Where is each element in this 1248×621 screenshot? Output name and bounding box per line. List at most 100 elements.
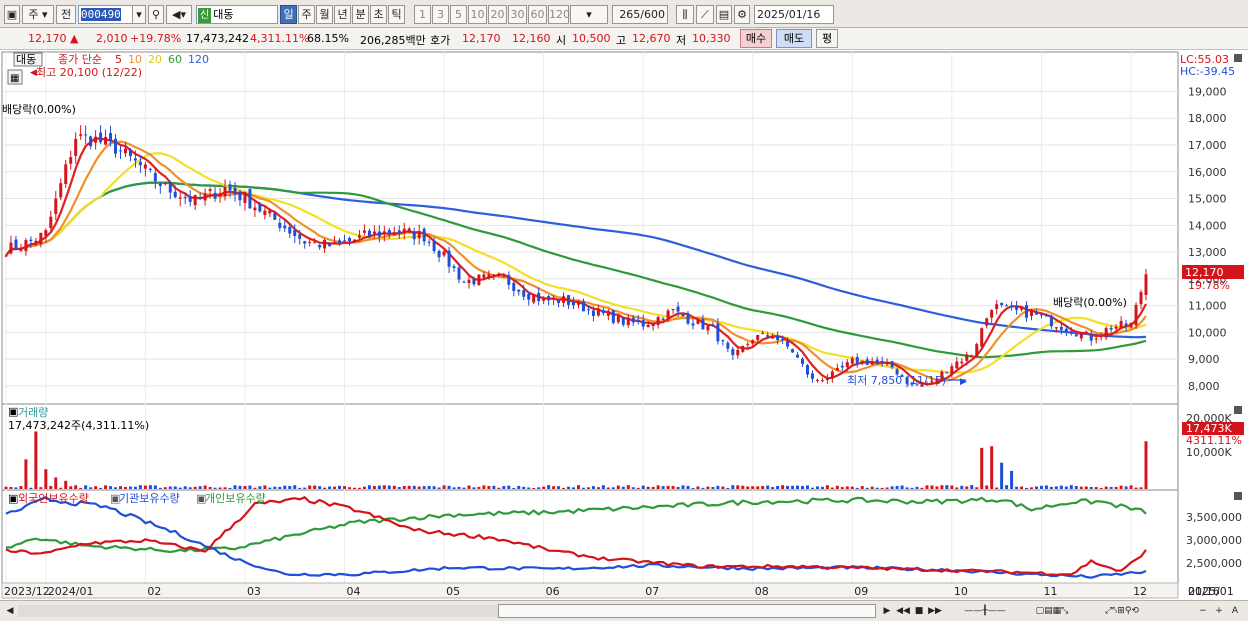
candle-body (123, 148, 127, 154)
stock-chart[interactable]: 8,0009,00010,00011,00012,00013,00014,000… (0, 50, 1248, 600)
interval-button[interactable]: 10 (468, 5, 487, 24)
window-icon[interactable]: ▣ (4, 5, 20, 24)
line-type-icon[interactable]: ⟋ (696, 5, 714, 24)
volume-bar (283, 485, 287, 489)
candle-body (810, 373, 814, 379)
drawing-tool-icons[interactable]: ⤢⤣⊞⚲⟲ (1082, 604, 1162, 618)
period-button[interactable]: 틱 (388, 5, 405, 24)
volume-bar (1010, 470, 1014, 489)
candle-body (412, 232, 416, 240)
zoom-out-icon[interactable]: − (1196, 604, 1210, 618)
candle-body (706, 325, 710, 331)
candle-body (990, 310, 994, 318)
interval-button[interactable]: 5 (450, 5, 467, 24)
volume-title: 거래량 (18, 406, 48, 419)
candle-body (532, 295, 536, 303)
code-dropdown-icon[interactable]: ▾ (132, 5, 146, 24)
up-arrow-icon: ▲ (70, 32, 79, 45)
candle-body (1039, 314, 1043, 316)
volume-bar (1034, 486, 1038, 489)
volume-bar (258, 486, 262, 489)
scroll-track[interactable] (18, 605, 498, 617)
panel-close-icon[interactable] (1234, 54, 1242, 62)
candle-body (163, 182, 167, 185)
volume-bar (148, 485, 152, 489)
volume-bar (79, 487, 83, 489)
period-button[interactable]: 일 (280, 5, 297, 24)
buy-button[interactable]: 매수 (740, 29, 772, 48)
gear-icon[interactable]: ⚙ (734, 5, 750, 24)
volume-bar (69, 486, 73, 489)
stock-name-box[interactable]: 신 대동 (196, 5, 278, 24)
volume-ratio: 4,311.11% (250, 32, 310, 45)
volume-bar (213, 487, 217, 489)
volume-bar (228, 487, 232, 489)
scroll-left-icon[interactable]: ◀ (3, 604, 17, 618)
interval-button[interactable]: 20 (488, 5, 507, 24)
volume-bar (781, 485, 785, 489)
dividend-label-1: 배당락(0.00%) (2, 103, 76, 116)
candle-body (283, 225, 287, 229)
legend-stock: 대동 (16, 53, 36, 66)
stop-icon[interactable]: ■ (912, 604, 926, 618)
holdings-close-icon[interactable] (1234, 492, 1242, 500)
interval-button[interactable]: 30 (508, 5, 527, 24)
volume-bar (955, 487, 959, 489)
period-button[interactable]: 초 (370, 5, 387, 24)
volume-bar (616, 485, 620, 489)
period-button[interactable]: 월 (316, 5, 333, 24)
play-forward-icon[interactable]: ▶ (880, 604, 894, 618)
price-tick-label: 8,000 (1188, 380, 1220, 393)
volume-bar (288, 486, 292, 489)
dividend-label-2: 배당락(0.00%) (1053, 296, 1127, 309)
save-icon[interactable]: ▤ (716, 5, 732, 24)
interval-button[interactable]: 60 (528, 5, 547, 24)
market-select[interactable]: 주 ▾ (22, 5, 54, 24)
candle-body (148, 168, 152, 170)
candle-body (572, 301, 576, 306)
candle-body (830, 371, 834, 379)
interval-button[interactable]: 1 (414, 5, 431, 24)
scroll-thumb[interactable] (498, 604, 876, 618)
zoom-slider-icon[interactable]: ——╂—— (950, 604, 1020, 618)
candle-body (636, 320, 640, 322)
period-button[interactable]: 년 (334, 5, 351, 24)
tool-icons[interactable]: ▢▤▦⤡ (1024, 604, 1080, 618)
volume-bar (542, 486, 546, 489)
rewind-icon[interactable]: ◀◀ (896, 604, 910, 618)
candle-body (59, 183, 63, 198)
interval-button[interactable]: 3 (432, 5, 449, 24)
speaker-icon[interactable]: ◀▾ (166, 5, 192, 24)
candle-body (338, 240, 342, 244)
fast-forward-icon[interactable]: ▶▶ (928, 604, 942, 618)
volume-bar (133, 486, 137, 489)
interval-select[interactable]: ▾ (570, 5, 608, 24)
high-price: 12,670 (632, 32, 671, 45)
period-button[interactable]: 주 (298, 5, 315, 24)
volume-bar (960, 485, 964, 489)
candle-body (875, 359, 879, 363)
candle-body (791, 349, 795, 353)
sell-button[interactable]: 매도 (776, 29, 812, 48)
font-size-icon[interactable]: A (1228, 604, 1242, 618)
volume-bar (432, 486, 436, 489)
prev-button[interactable]: 전 (56, 5, 76, 24)
candle-type-icon[interactable]: ⫼ (676, 5, 694, 24)
chart-toolbar: ▣ 주 ▾ 전 000490 ▾ ⚲ ◀▾ 신 대동 일 주 월 년 분 초 틱 1 3 5 10 20… (0, 0, 1248, 38)
volume-close-icon[interactable] (1234, 406, 1242, 414)
holdings-panel-marker: ▣ (8, 492, 18, 505)
search-icon[interactable]: ⚲ (148, 5, 164, 24)
volume-bar (138, 485, 142, 489)
horizontal-scrollbar[interactable]: ◀ ▶ ◀◀ ■ ▶▶ ——╂—— ▢▤▦⤡ ⤢⤣⊞⚲⟲ − + A (0, 600, 1248, 621)
candle-body (766, 335, 770, 337)
eval-button[interactable]: 평 (816, 29, 838, 48)
count-field[interactable]: 265/600 (612, 5, 668, 24)
date-field[interactable]: 2025/01/16 ▦ (754, 5, 834, 38)
candle-body (417, 231, 421, 239)
interval-button[interactable]: 120 (548, 5, 570, 24)
period-button[interactable]: 분 (352, 5, 369, 24)
volume-bar (1059, 485, 1063, 489)
volume-bar (1089, 486, 1093, 489)
zoom-in-icon[interactable]: + (1212, 604, 1226, 618)
volume-bar (59, 487, 63, 489)
